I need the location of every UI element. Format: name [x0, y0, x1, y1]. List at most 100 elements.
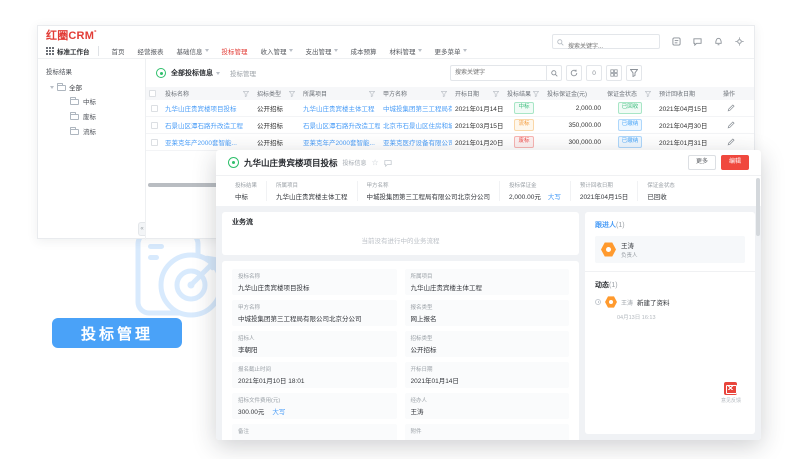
- nav-item-2[interactable]: 基础信息: [177, 46, 209, 56]
- detail-field: 备注: [232, 424, 397, 440]
- message-icon[interactable]: [692, 37, 702, 47]
- column-header-0[interactable]: 投标名称: [162, 89, 254, 98]
- report-icon[interactable]: [671, 37, 681, 47]
- sidebar-collapse-handle[interactable]: «: [138, 222, 145, 236]
- nav-workbench[interactable]: 标准工作台: [46, 46, 99, 56]
- bid-name-link[interactable]: 石景山区潭石路升改造工程: [162, 120, 254, 130]
- edit-icon[interactable]: [727, 104, 735, 112]
- nav-item-1[interactable]: 经营报表: [138, 46, 164, 56]
- party-link[interactable]: 亚莱克医疗设备有限公司: [380, 137, 452, 147]
- sidebar-item-all[interactable]: 全部: [50, 82, 137, 92]
- filter-funnel-icon[interactable]: [369, 91, 375, 97]
- column-header-7[interactable]: 保证金状态: [604, 89, 656, 98]
- sidebar-item-2[interactable]: 流标: [70, 126, 137, 136]
- followers-title[interactable]: 跟进人(1): [595, 220, 745, 230]
- column-header-2[interactable]: 所属项目: [300, 89, 380, 98]
- edit-icon[interactable]: [727, 138, 735, 146]
- detail-side-panel: 跟进人(1) 王涛 负责人 动态(1) 王涛新建了资料04月13日 16:13 …: [585, 212, 755, 434]
- select-all-checkbox[interactable]: [149, 90, 156, 97]
- vertical-scrollbar[interactable]: [756, 178, 760, 236]
- nav-item-8[interactable]: 更多菜单: [435, 46, 467, 56]
- party-link[interactable]: 中城投集团第三工程局有...: [380, 103, 452, 113]
- project-link[interactable]: 九华山庄贵宾楼主体工程: [300, 103, 380, 113]
- star-icon[interactable]: ☆: [372, 159, 379, 167]
- counter-badge[interactable]: 0: [586, 65, 602, 81]
- tree-expand-icon[interactable]: [50, 86, 54, 89]
- table-row[interactable]: 亚莱克年产2000套智能...公开招标亚莱克年产2000套智能...亚莱克医疗设…: [146, 134, 754, 151]
- row-checkbox[interactable]: [151, 139, 158, 146]
- table-search-input[interactable]: [450, 65, 546, 81]
- sidebar-item-1[interactable]: 废标: [70, 111, 137, 121]
- field-value[interactable]: 中城投集团第三工程局有限公司北京分公司: [238, 313, 391, 323]
- result-badge: 废标: [514, 136, 533, 147]
- table-row[interactable]: 石景山区潭石路升改造工程公开招标石景山区潭石路升改造工程北京市石景山区住房和城.…: [146, 117, 754, 134]
- summary-value: 中标: [235, 191, 257, 201]
- nav-item-5[interactable]: 支出管理: [306, 46, 338, 56]
- more-button[interactable]: 更多: [688, 155, 716, 169]
- column-header-4[interactable]: 开标日期: [452, 89, 504, 98]
- field-value[interactable]: 王涛: [411, 406, 564, 416]
- column-header-5[interactable]: 投标结果: [504, 89, 544, 98]
- search-button[interactable]: [546, 65, 562, 81]
- field-label: 报名截止时间: [238, 365, 391, 373]
- refresh-button[interactable]: [566, 65, 582, 81]
- feedback-label: 意见反馈: [721, 397, 741, 404]
- filter-funnel-icon[interactable]: [289, 91, 295, 97]
- party-link[interactable]: 北京市石景山区住房和城...: [380, 120, 452, 130]
- uppercase-link[interactable]: 大写: [548, 194, 561, 201]
- bid-name-link[interactable]: 九华山庄贵宾楼项目投标: [162, 103, 254, 113]
- field-label: 所属项目: [411, 272, 564, 280]
- summary-value[interactable]: 九华山庄贵宾楼主体工程: [276, 191, 348, 201]
- nav-item-6[interactable]: 成本预算: [351, 46, 377, 56]
- columns-icon: [610, 69, 618, 77]
- nav-item-label: 支出管理: [306, 46, 332, 56]
- filter-funnel-icon[interactable]: [493, 91, 499, 97]
- follower-item[interactable]: 王涛 负责人: [595, 236, 745, 263]
- view-title[interactable]: 全部投标信息: [171, 68, 213, 78]
- chevron-down-icon[interactable]: [216, 72, 220, 75]
- column-header-1[interactable]: 招标类型: [254, 89, 300, 98]
- project-link[interactable]: 亚莱克年产2000套智能...: [300, 137, 380, 147]
- bell-icon[interactable]: [713, 37, 723, 47]
- toolbar-actions: 0: [450, 65, 642, 81]
- summary-field-1: 所属项目九华山庄贵宾楼主体工程: [266, 181, 357, 201]
- columns-button[interactable]: [606, 65, 622, 81]
- column-header-9[interactable]: 操作: [720, 89, 742, 98]
- nav-item-4[interactable]: 收入管理: [261, 46, 293, 56]
- sidebar-item-0[interactable]: 中标: [70, 96, 137, 106]
- column-header-8[interactable]: 预计回收日期: [656, 89, 720, 98]
- folder-icon: [57, 85, 66, 91]
- global-search[interactable]: [552, 34, 660, 49]
- row-checkbox[interactable]: [151, 105, 158, 112]
- refresh-icon: [570, 69, 578, 77]
- column-header-6[interactable]: 投标保证金(元): [544, 89, 604, 98]
- feedback-button[interactable]: 意见反馈: [721, 382, 741, 404]
- filter-funnel-icon[interactable]: [243, 91, 249, 97]
- global-search-input[interactable]: [553, 41, 659, 54]
- column-label: 投标保证金(元): [547, 89, 587, 98]
- nav-item-7[interactable]: 材料管理: [390, 46, 422, 56]
- field-value[interactable]: 九华山庄贵宾楼主体工程: [411, 282, 564, 292]
- filter-button[interactable]: [626, 65, 642, 81]
- table-row[interactable]: 九华山庄贵宾楼项目投标公开招标九华山庄贵宾楼主体工程中城投集团第三工程局有...…: [146, 100, 754, 117]
- project-link[interactable]: 石景山区潭石路升改造工程: [300, 120, 380, 130]
- field-value: 网上报名: [411, 313, 564, 323]
- row-checkbox[interactable]: [151, 122, 158, 129]
- field-label: 备注: [238, 427, 391, 435]
- comment-icon[interactable]: [384, 159, 392, 167]
- table-search[interactable]: [450, 65, 562, 81]
- uppercase-link[interactable]: 大写: [272, 409, 285, 416]
- column-header-3[interactable]: 甲方名称: [380, 89, 452, 98]
- nav-item-3[interactable]: 投标管理: [222, 46, 248, 56]
- gear-icon[interactable]: [734, 37, 744, 47]
- filter-funnel-icon[interactable]: [533, 91, 539, 97]
- filter-funnel-icon[interactable]: [441, 91, 447, 97]
- edit-icon[interactable]: [727, 121, 735, 129]
- nav-item-0[interactable]: 首页: [112, 46, 125, 56]
- bid-name-link[interactable]: 亚莱克年产2000套智能...: [162, 137, 254, 147]
- apps-grid-icon: [46, 47, 54, 55]
- summary-value[interactable]: 中城投集团第三工程局有限公司北京分公司: [367, 191, 491, 201]
- detail-title: 九华山庄贵宾楼项目投标: [244, 157, 338, 169]
- edit-button[interactable]: 编辑: [721, 155, 749, 169]
- filter-funnel-icon[interactable]: [645, 91, 651, 97]
